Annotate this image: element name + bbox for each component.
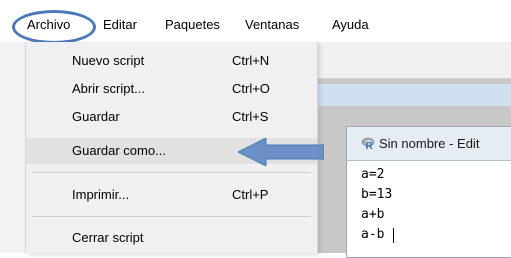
menu-item-label: Nuevo script: [72, 53, 145, 68]
menu-item-label: Imprimir...: [72, 187, 130, 202]
code-line[interactable]: a-b: [361, 225, 384, 245]
toolbar-area: [316, 42, 511, 79]
menu-separator: [32, 172, 311, 173]
menu-ayuda[interactable]: Ayuda: [332, 17, 369, 33]
editor-title: Sin nombre - Edit: [379, 136, 480, 151]
code-line[interactable]: a+b: [361, 205, 384, 225]
menu-item-label: Guardar como...: [72, 143, 166, 158]
menu-item-shortcut: Ctrl+O: [232, 81, 270, 96]
menu-item-shortcut: Ctrl+N: [232, 53, 270, 68]
text-caret: [393, 228, 394, 243]
menu-ventanas[interactable]: Ventanas: [245, 17, 299, 33]
r-logo-icon: R: [361, 137, 375, 150]
menu-separator: [32, 216, 311, 217]
svg-text:R: R: [366, 141, 374, 150]
menu-item-cerrar-script[interactable]: Cerrar script: [26, 225, 317, 251]
menu-item-nuevo-script[interactable]: Nuevo script Ctrl+N: [26, 48, 317, 74]
menu-item-abrir-script[interactable]: Abrir script... Ctrl+O: [26, 76, 317, 102]
code-line[interactable]: a=2: [361, 165, 384, 185]
code-line[interactable]: b=13: [361, 185, 392, 205]
menu-item-label: Abrir script...: [72, 81, 145, 96]
annotation-ellipse: [12, 10, 96, 44]
editor-title-bar[interactable]: R Sin nombre - Edit: [347, 127, 511, 161]
menu-editar[interactable]: Editar: [103, 17, 137, 33]
menu-item-shortcut: Ctrl+S: [232, 109, 269, 124]
menu-item-imprimir[interactable]: Imprimir... Ctrl+P: [26, 182, 317, 208]
menu-item-shortcut: Ctrl+P: [232, 187, 269, 202]
menu-paquetes[interactable]: Paquetes: [165, 17, 220, 33]
annotation-arrow-icon: [238, 138, 324, 166]
menu-bar: Archivo Editar Paquetes Ventanas Ayuda: [0, 0, 511, 44]
menu-item-label: Cerrar script: [72, 230, 144, 245]
script-editor-window[interactable]: R Sin nombre - Edit a=2 b=13 a+b a-b: [346, 126, 511, 258]
console-title-strip: [316, 84, 511, 106]
menu-item-label: Guardar: [72, 109, 120, 124]
menu-item-guardar[interactable]: Guardar Ctrl+S: [26, 104, 317, 130]
